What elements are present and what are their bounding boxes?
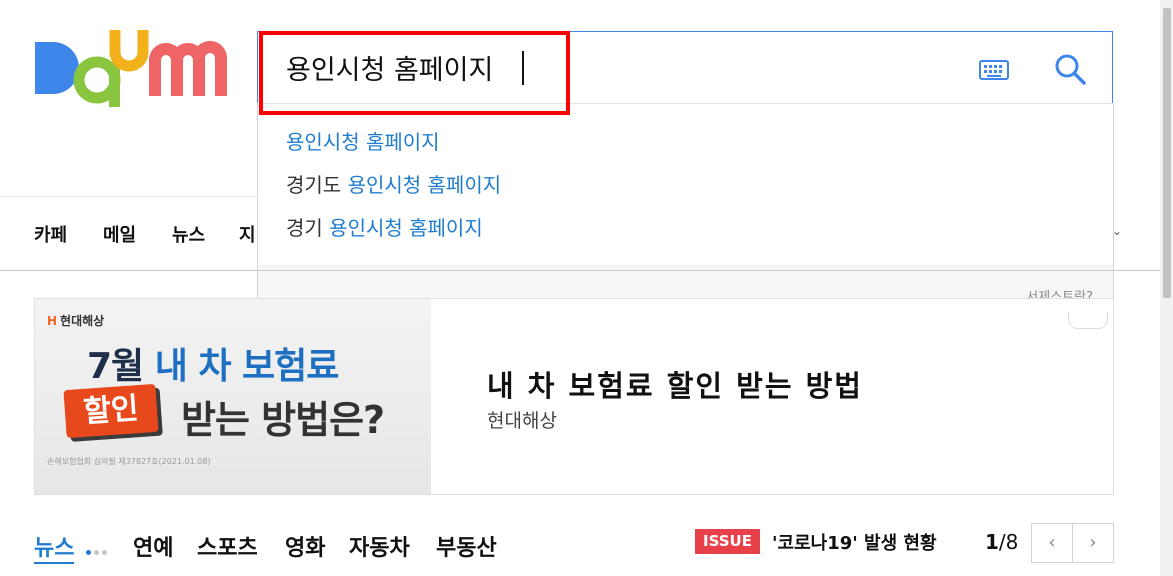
suggestion-item[interactable]: 경기도 용인시청 홈페이지 — [286, 169, 501, 198]
suggestion-prefix: 경기도 — [286, 173, 348, 197]
ad-info-tab[interactable] — [1068, 312, 1108, 329]
search-icon[interactable] — [1053, 52, 1087, 86]
tab-entertainment[interactable]: 연예 — [133, 530, 173, 562]
logo-letter-m — [149, 43, 205, 96]
nav-item-mail[interactable]: 메일 — [103, 221, 136, 247]
keyboard-icon[interactable] — [979, 60, 1009, 80]
chevron-down-icon[interactable]: ⌄ — [1112, 224, 1122, 238]
page-indicator: 1/8 — [985, 530, 1019, 554]
ad-headline-2: 받는 방법은? — [181, 398, 385, 442]
suggestion-prefix: 경기 — [286, 216, 330, 240]
ad-title[interactable]: 내 차 보험료 할인 받는 방법 — [487, 363, 863, 405]
text-caret — [522, 51, 524, 85]
tab-car[interactable]: 자동차 — [349, 530, 410, 562]
ad-advertiser: 현대해상 — [487, 410, 557, 432]
logo-letter-u — [109, 30, 149, 72]
issue-badge: ISSUE — [695, 529, 760, 554]
prev-button[interactable]: ‹ — [1031, 523, 1073, 563]
ad-banner[interactable]: H 현대해상 7월 내 차 보험료 할인 받는 방법은? 손해보험협회 심의필 제… — [34, 298, 1114, 495]
issue-headline[interactable]: '코로나19' 발생 현황 — [772, 529, 937, 555]
divider — [0, 196, 258, 197]
nav-item-news[interactable]: 뉴스 — [172, 221, 205, 247]
divider — [0, 270, 1160, 271]
suggestion-item[interactable]: 경기 용인시청 홈페이지 — [286, 212, 483, 241]
suggestion-match: 용인시청 홈페이지 — [286, 130, 440, 154]
tab-movie[interactable]: 영화 — [285, 530, 325, 562]
suggestion-dropdown: 용인시청 홈페이지 경기도 용인시청 홈페이지 경기 용인시청 홈페이지 서제스… — [257, 103, 1114, 322]
logo-letter-d — [35, 42, 79, 94]
suggestion-item[interactable]: 용인시청 홈페이지 — [286, 126, 440, 155]
tab-sports[interactable]: 스포츠 — [197, 530, 258, 562]
search-input[interactable] — [286, 50, 926, 84]
scrollbar-thumb[interactable] — [1163, 8, 1171, 298]
next-button[interactable]: › — [1072, 523, 1114, 563]
suggestion-match: 용인시청 홈페이지 — [347, 173, 502, 197]
ad-headline: 7월 내 차 보험료 — [87, 346, 339, 387]
nav-item-partial[interactable]: 지 — [239, 221, 256, 247]
ad-image: H 현대해상 7월 내 차 보험료 할인 받는 방법은? 손해보험협회 심의필 제… — [35, 299, 431, 494]
ad-fine-print: 손해보험협회 심의필 제37827호(2021.01.08) — [47, 457, 211, 466]
pagination-dots — [86, 540, 110, 559]
tab-news[interactable]: 뉴스 — [34, 530, 75, 564]
ad-discount-badge: 할인 — [63, 383, 159, 439]
nav-item-cafe[interactable]: 카페 — [34, 221, 67, 247]
suggestion-match: 용인시청 홈페이지 — [329, 216, 483, 240]
tab-realestate[interactable]: 부동산 — [436, 530, 497, 562]
logo-letter-a-stem — [109, 62, 120, 107]
ad-brand-logo: H 현대해상 — [47, 314, 105, 328]
daum-logo[interactable] — [33, 30, 228, 108]
